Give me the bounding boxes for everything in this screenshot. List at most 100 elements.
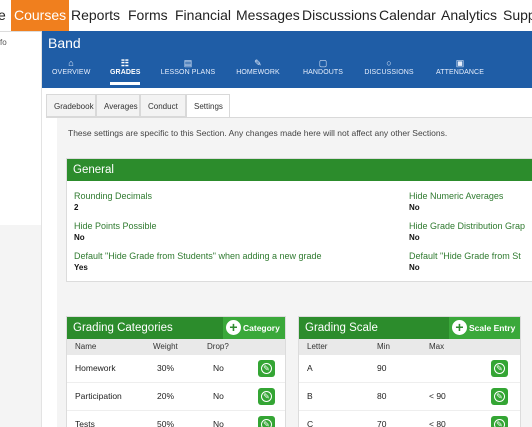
tab-handouts-label: HANDOUTS (302, 69, 344, 76)
sidebar-shaded-area (0, 225, 41, 427)
pencil-icon: ✎ (254, 58, 262, 68)
home-icon: ⌂ (68, 58, 74, 68)
setting-label: Hide Points Possible (74, 221, 157, 231)
scale-min: 90 (377, 363, 387, 373)
scale-min: 70 (377, 419, 387, 427)
scale-min: 80 (377, 391, 387, 401)
plus-icon: + (452, 320, 467, 335)
category-name: Tests (75, 419, 95, 427)
document-icon: ▤ (183, 58, 193, 68)
nav-item-financial[interactable]: Financial (175, 0, 231, 31)
chat-icon: ○ (386, 58, 392, 68)
handout-icon: ▢ (318, 58, 328, 68)
setting-label: Default "Hide Grade from St (409, 251, 521, 261)
nav-item-reports[interactable]: Reports (71, 0, 120, 31)
setting-value: No (74, 233, 85, 242)
top-nav: e Courses Reports Forms Financial Messag… (0, 0, 532, 32)
column-header: Weight (153, 342, 178, 351)
setting-rounding-decimals: Rounding Decimals 2 (74, 191, 152, 212)
setting-label: Rounding Decimals (74, 191, 153, 201)
add-scale-entry-label: Scale Entry (469, 323, 516, 333)
section-title: Band (48, 35, 81, 51)
nav-item-messages[interactable]: Messages (236, 0, 300, 31)
edit-icon: ✎ (261, 363, 272, 374)
general-title: General (67, 159, 532, 181)
column-header: Min (377, 342, 390, 351)
setting-default-hide-grade: Default "Hide Grade from Students" when … (74, 251, 322, 272)
nav-item-discussions[interactable]: Discussions (302, 0, 377, 31)
tab-discussions[interactable]: ○ DISCUSSIONS (363, 57, 415, 76)
column-header: Name (75, 342, 97, 351)
left-sidebar: fo (0, 32, 42, 427)
category-weight: 50% (157, 419, 175, 427)
active-tab-underline (110, 82, 140, 85)
category-drop: No (213, 391, 224, 401)
tab-homework[interactable]: ✎ HOMEWORK (235, 57, 281, 76)
tab-conduct[interactable]: Conduct (140, 94, 186, 117)
scale-letter: C (307, 419, 314, 427)
settings-panel: These settings are specific to this Sect… (57, 118, 532, 427)
plus-icon: + (226, 320, 241, 335)
table-row: B 80 < 90 ✎ (299, 383, 520, 411)
column-header: Max (429, 342, 445, 351)
tab-attendance-label: ATTENDANCE (436, 69, 484, 76)
section-notice: These settings are specific to this Sect… (68, 128, 448, 138)
table-header: Name Weight Drop? (67, 339, 285, 355)
nav-item-support[interactable]: Supp (503, 0, 532, 31)
edit-button[interactable]: ✎ (491, 388, 508, 405)
setting-label: Default "Hide Grade from Students" when … (74, 251, 322, 261)
setting-value: No (409, 263, 420, 272)
category-weight: 30% (157, 363, 175, 373)
scale-max: < 90 (429, 391, 446, 401)
tab-averages[interactable]: Averages (96, 94, 140, 117)
general-card: General Rounding Decimals 2 Hide Points … (66, 158, 532, 282)
table-row: C 70 < 80 ✎ (299, 411, 520, 427)
table-row: A 90 ✎ (299, 355, 520, 383)
add-category-label: Category (243, 323, 280, 333)
tab-settings[interactable]: Settings (186, 94, 230, 118)
setting-value: 2 (74, 203, 79, 212)
tab-overview[interactable]: ⌂ OVERVIEW (52, 57, 90, 76)
scale-letter: A (307, 363, 313, 373)
nav-item-calendar[interactable]: Calendar (379, 0, 436, 31)
scale-max: < 80 (429, 419, 446, 427)
table-header: Letter Min Max (299, 339, 520, 355)
tab-gradebook[interactable]: Gradebook (46, 94, 96, 117)
edit-icon: ✎ (261, 391, 272, 402)
category-drop: No (213, 363, 224, 373)
tab-attendance[interactable]: ▣ ATTENDANCE (434, 57, 486, 76)
grading-scale-card: Grading Scale + Scale Entry Letter Min M… (298, 316, 521, 427)
category-name: Participation (75, 391, 122, 401)
add-category-button[interactable]: + Category (223, 317, 285, 339)
column-header: Letter (307, 342, 328, 351)
nav-item-forms[interactable]: Forms (128, 0, 168, 31)
tab-grades[interactable]: ☷ GRADES (110, 57, 141, 85)
edit-button[interactable]: ✎ (258, 360, 275, 377)
add-scale-entry-button[interactable]: + Scale Entry (449, 317, 520, 339)
setting-default-hide-grade-right: Default "Hide Grade from St No (409, 251, 521, 272)
edit-icon: ✎ (261, 419, 272, 427)
setting-label: Hide Grade Distribution Grap (409, 221, 526, 231)
category-weight: 20% (157, 391, 175, 401)
clipboard-icon: ▣ (455, 58, 465, 68)
nav-item-courses[interactable]: Courses (11, 0, 70, 31)
edit-button[interactable]: ✎ (491, 416, 508, 427)
main-content: Gradebook Averages Conduct Settings Thes… (42, 88, 532, 427)
tab-grades-label: GRADES (110, 69, 141, 76)
edit-button[interactable]: ✎ (258, 388, 275, 405)
tab-overview-label: OVERVIEW (52, 69, 91, 76)
nav-item-analytics[interactable]: Analytics (441, 0, 497, 31)
grading-categories-card: Grading Categories + Category Name Weigh… (66, 316, 286, 427)
tab-handouts[interactable]: ▢ HANDOUTS (301, 57, 345, 76)
section-header: Band ⌂ OVERVIEW ☷ GRADES ▤ LESSON PLANS … (42, 31, 532, 88)
grades-icon: ☷ (120, 58, 130, 68)
category-name: Homework (75, 363, 116, 373)
setting-value: Yes (74, 263, 88, 272)
nav-item-partial[interactable]: e (0, 0, 6, 31)
setting-value: No (409, 233, 420, 242)
setting-hide-points-possible: Hide Points Possible No (74, 221, 157, 242)
edit-button[interactable]: ✎ (491, 360, 508, 377)
setting-hide-grade-distribution: Hide Grade Distribution Grap No (409, 221, 525, 242)
edit-button[interactable]: ✎ (258, 416, 275, 427)
tab-lesson-plans[interactable]: ▤ LESSON PLANS (160, 57, 216, 76)
